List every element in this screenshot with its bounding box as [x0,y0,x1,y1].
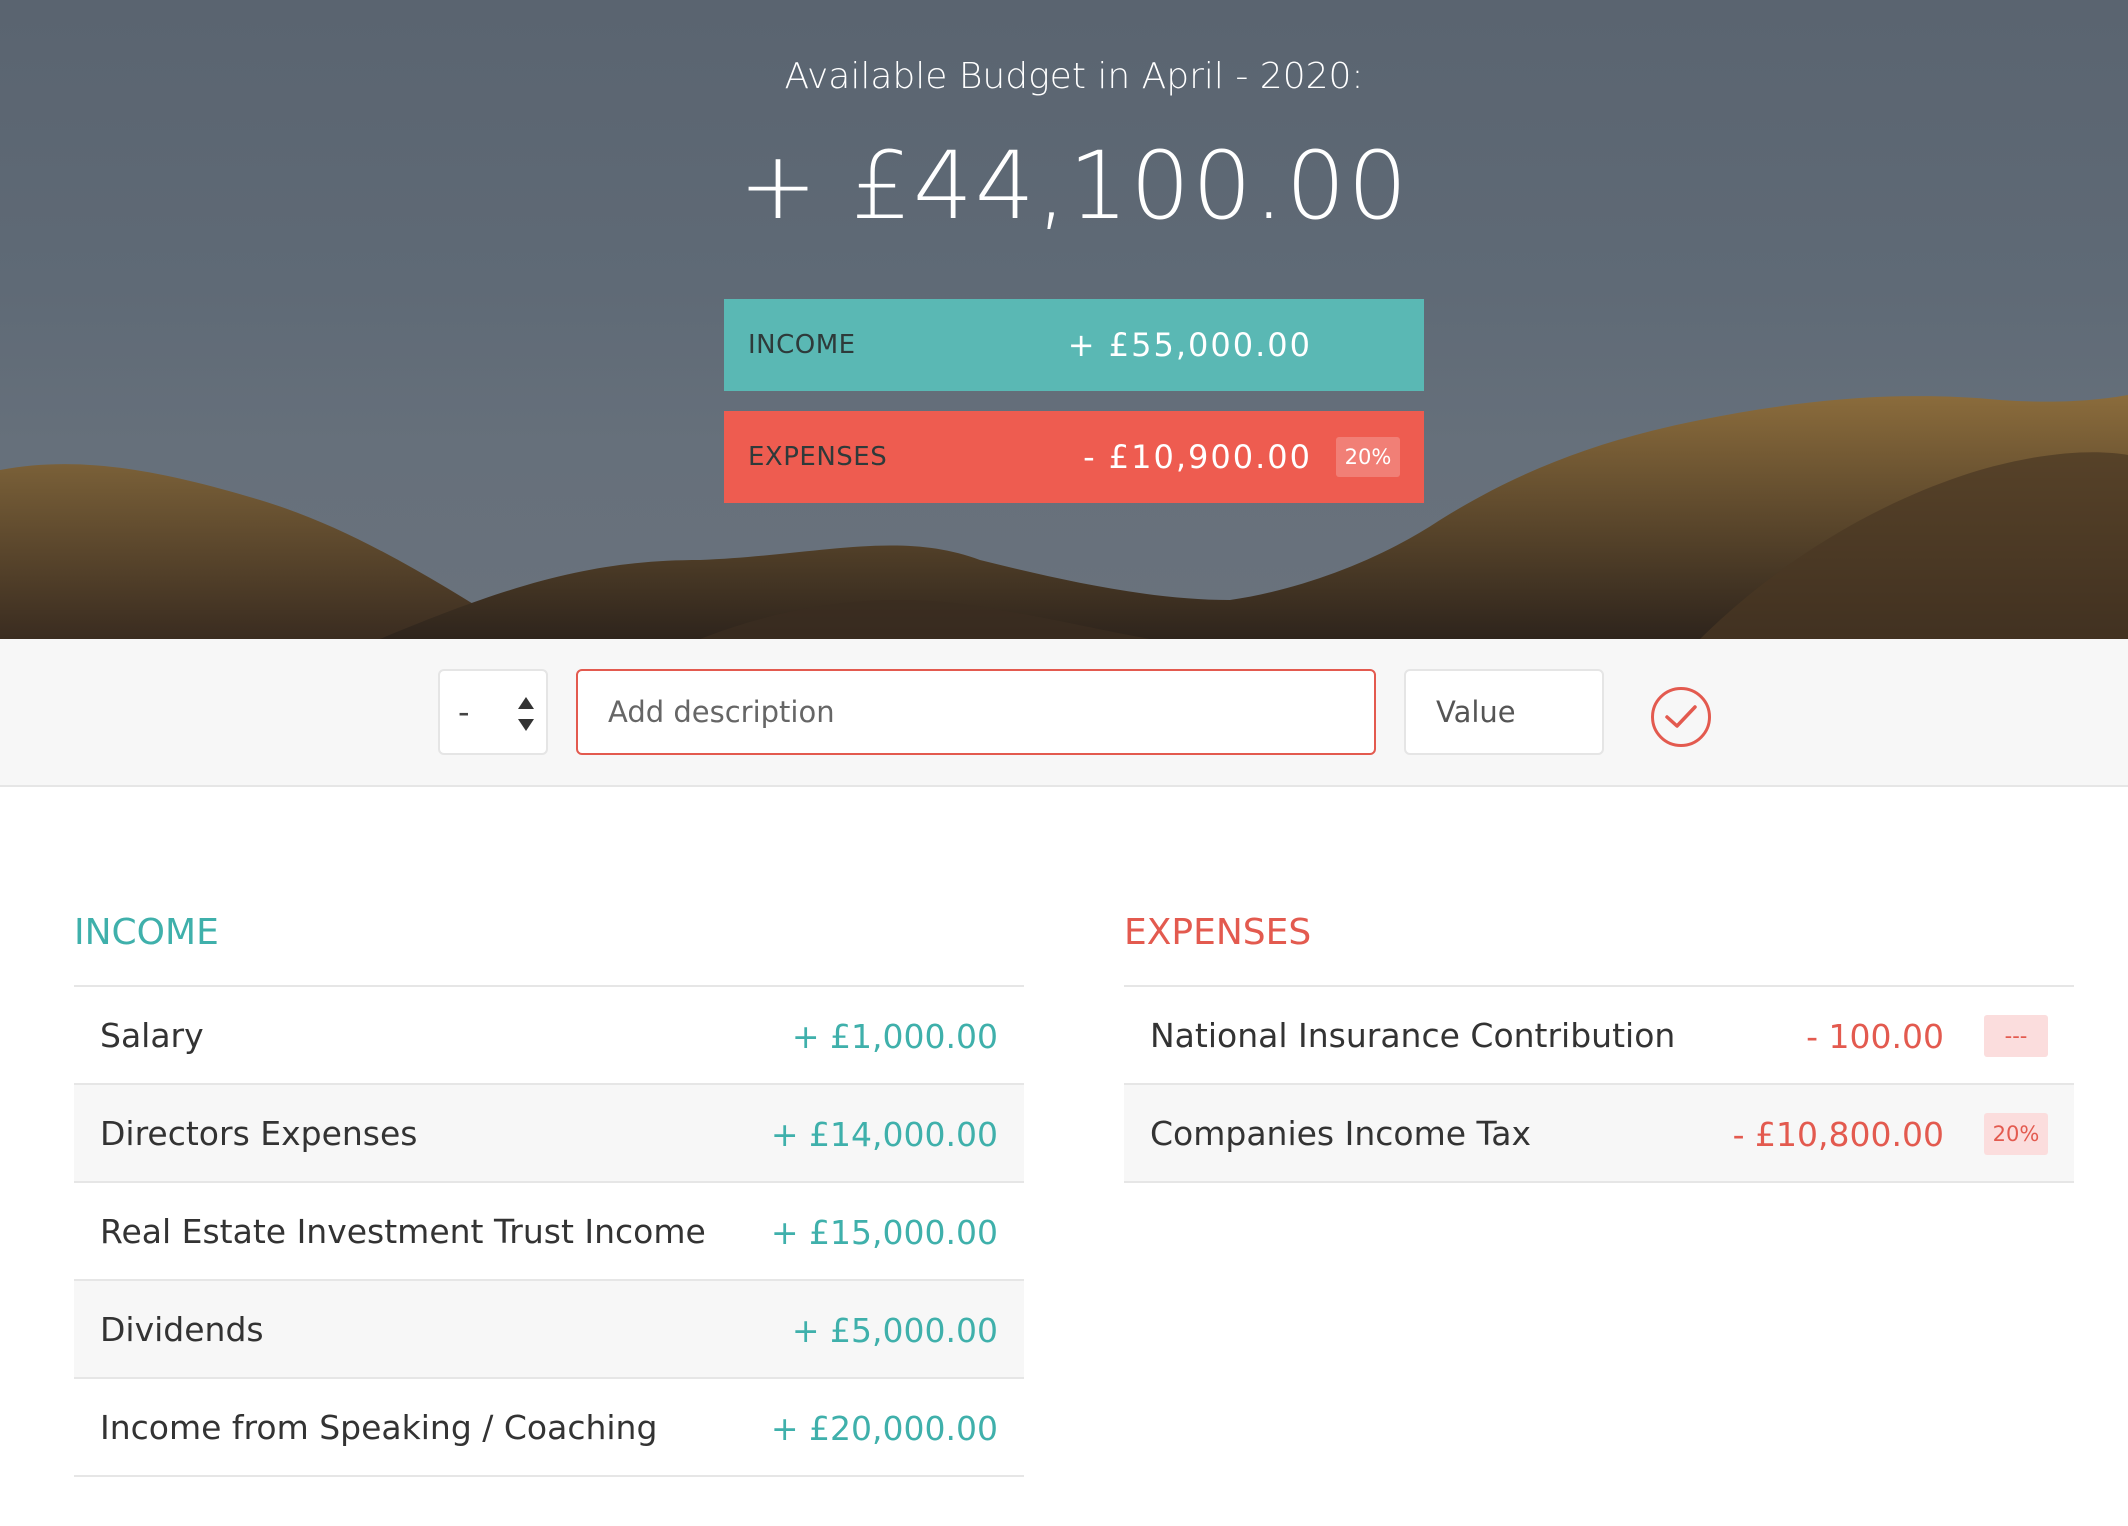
check-circle-icon [1665,705,1697,728]
expense-item-value: - £10,800.00 [1732,1115,1944,1154]
income-item[interactable]: Directors Expenses + £14,000.00 [74,1085,1024,1183]
income-list-title: Income [74,912,219,953]
expense-item[interactable]: National Insurance Contribution - 100.00… [1124,987,2074,1085]
income-summary-label: Income [748,330,856,360]
income-item-value: + £15,000.00 [770,1213,998,1252]
expense-item-percentage: --- [1984,1015,2048,1057]
budget-header: Available Budget in April - 2020: + £44,… [0,0,2128,639]
description-input[interactable] [576,669,1376,755]
expenses-summary-value: - £10,900.00 [1083,438,1312,476]
income-item-description: Real Estate Investment Trust Income [100,1211,706,1251]
income-item[interactable]: Salary + £1,000.00 [74,987,1024,1085]
expenses-percentage-badge: 20% [1336,437,1400,477]
add-item-button[interactable] [1651,687,1711,747]
income-item-description: Dividends [100,1309,264,1349]
expense-item-description: National Insurance Contribution [1150,1015,1676,1055]
income-item-value: + £20,000.00 [770,1409,998,1448]
updown-arrows-icon [518,697,534,731]
type-select[interactable]: - [438,669,548,755]
expenses-list: National Insurance Contribution - 100.00… [1124,985,2074,1183]
add-item-bar: - [0,639,2128,787]
type-select-value: - [458,693,470,731]
income-summary: Income + £55,000.00 [724,299,1424,391]
expenses-summary: Expenses - £10,900.00 20% [724,411,1424,503]
value-input[interactable] [1404,669,1604,755]
available-budget-value: + £44,100.00 [738,132,1410,241]
income-item[interactable]: Income from Speaking / Coaching + £20,00… [74,1379,1024,1477]
expense-item-value: - 100.00 [1806,1017,1944,1056]
income-item-description: Income from Speaking / Coaching [100,1407,658,1447]
expense-item[interactable]: Companies Income Tax - £10,800.00 20% [1124,1085,2074,1183]
expense-item-percentage: 20% [1984,1113,2048,1155]
available-budget-title: Available Budget in April - 2020: [784,56,1364,97]
income-list: Salary + £1,000.00 Directors Expenses + … [74,985,1024,1477]
income-item-value: + £5,000.00 [791,1311,998,1350]
income-item-description: Salary [100,1015,204,1055]
income-item-value: + £14,000.00 [770,1115,998,1154]
expense-item-description: Companies Income Tax [1150,1113,1531,1153]
expenses-list-title: Expenses [1124,912,1312,953]
income-item-value: + £1,000.00 [791,1017,998,1056]
income-item[interactable]: Real Estate Investment Trust Income + £1… [74,1183,1024,1281]
expenses-summary-label: Expenses [748,442,888,472]
income-summary-value: + £55,000.00 [1067,326,1312,364]
income-item-description: Directors Expenses [100,1113,418,1153]
income-item[interactable]: Dividends + £5,000.00 [74,1281,1024,1379]
